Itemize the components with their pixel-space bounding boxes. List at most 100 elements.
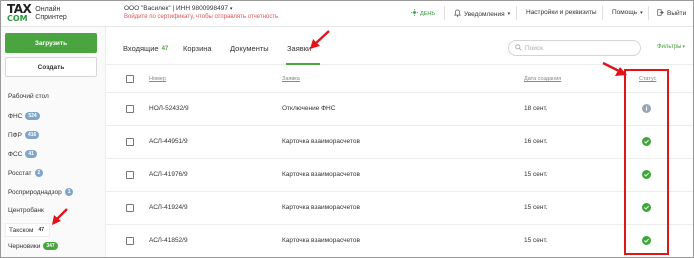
count-badge: 41	[25, 150, 37, 158]
cell-number: АСЛ-41976/9	[149, 171, 188, 178]
organization-name: ООО "Василек" | ИНН 9800998497	[124, 5, 228, 12]
table-row[interactable]: АСЛ-44951/9 Карточка взаиморасчетов 16 с…	[106, 126, 693, 159]
settings-link[interactable]: Настройки и реквизиты	[526, 9, 597, 16]
count-badge: 2	[34, 169, 44, 177]
help-menu[interactable]: Помощь ▾	[612, 9, 643, 16]
divider	[648, 6, 649, 20]
cell-date: 16 сент.	[524, 138, 548, 145]
count-badge: 416	[24, 131, 40, 139]
status-highlight-box	[624, 69, 669, 255]
sidebar-item-drafts[interactable]: Черновики 347	[8, 242, 58, 250]
sidebar-item-centrobank[interactable]: Центробанк	[8, 207, 44, 214]
cell-date: 15 сент.	[524, 171, 548, 178]
cell-date: 15 сент.	[524, 237, 548, 244]
chevron-down-icon: ▾	[229, 6, 233, 12]
day-indicator[interactable]: ДЕНЬ	[411, 9, 435, 18]
create-button[interactable]: Создать	[5, 57, 97, 77]
tab-count: 47	[161, 45, 169, 52]
filters-button[interactable]: Фильтры ▾	[657, 44, 685, 50]
cell-date: 18 сент.	[524, 105, 548, 112]
sidebar-item-taxcom[interactable]: Такском 47	[5, 223, 51, 237]
row-checkbox[interactable]	[126, 204, 134, 212]
sidebar-item-label: Росстат	[8, 169, 32, 177]
sidebar-item-label: Росприроднадзор	[8, 188, 62, 196]
sidebar-item-label: ФСС	[8, 150, 23, 158]
chevron-down-icon: ▾	[682, 44, 685, 50]
sidebar-item-label: Рабочий стол	[8, 93, 49, 100]
day-label: ДЕНЬ	[420, 10, 435, 17]
logo-bottom: COM	[7, 14, 28, 23]
tab-label: Корзина	[183, 44, 212, 53]
cell-request: Карточка взаиморасчетов	[282, 171, 360, 178]
exit-icon	[657, 9, 664, 18]
logo-text-line1: Онлайн	[35, 6, 61, 13]
tab-inbox[interactable]: Входящие 47	[123, 44, 168, 53]
cell-request: Карточка взаиморасчетов	[282, 237, 360, 244]
divider	[516, 6, 517, 20]
search-placeholder: Поиск	[525, 44, 544, 52]
row-checkbox[interactable]	[126, 237, 134, 245]
logo-mark: TAX COM	[7, 3, 32, 23]
cell-request: Отключение ФНС	[282, 105, 336, 112]
arrow-icon	[310, 30, 330, 49]
divider	[602, 6, 603, 20]
cell-number: АСЛ-41924/9	[149, 204, 188, 211]
table-row[interactable]: АСЛ-41924/9 Карточка взаиморасчетов 15 с…	[106, 192, 693, 225]
logo-text-line2: Спринтер	[35, 14, 67, 21]
upload-button[interactable]: Загрузить	[5, 33, 97, 53]
notifications-label: Уведомления	[464, 10, 505, 18]
notifications-menu[interactable]: Уведомления ▾	[454, 9, 510, 19]
sidebar-item-rosstat[interactable]: Росстат 2	[8, 169, 44, 177]
tab-documents[interactable]: Документы	[230, 44, 269, 53]
chevron-down-icon: ▾	[640, 9, 643, 16]
logo-text: Онлайн Спринтер	[35, 6, 66, 22]
top-bar: TAX COM Онлайн Спринтер ООО "Василек" | …	[1, 1, 693, 27]
search-icon	[515, 43, 522, 53]
cell-date: 15 сент.	[524, 204, 548, 211]
count-badge: 1	[64, 188, 74, 196]
column-header-request[interactable]: Заявка	[282, 76, 300, 82]
row-checkbox[interactable]	[126, 105, 134, 113]
tab-label: Входящие	[123, 44, 159, 53]
cell-request: Карточка взаиморасчетов	[282, 138, 360, 145]
sidebar-item-fns[interactable]: ФНС 524	[8, 112, 40, 120]
sidebar-item-label: Черновики	[8, 242, 41, 250]
cell-number: АСЛ-41852/9	[149, 237, 188, 244]
tab-label: Документы	[230, 44, 269, 53]
column-header-number[interactable]: Номер	[149, 76, 166, 82]
table-row[interactable]: АСЛ-41852/9 Карточка взаиморасчетов 15 с…	[106, 225, 693, 257]
sidebar-item-rosprirodnadzor[interactable]: Росприроднадзор 1	[8, 188, 74, 196]
table-row[interactable]: НОЛ-52432/9 Отключение ФНС 18 сент.	[106, 93, 693, 126]
settings-label: Настройки и реквизиты	[526, 9, 597, 16]
exit-button[interactable]: Выйти	[657, 9, 686, 18]
sidebar-item-label: ФНС	[8, 112, 23, 120]
search-input[interactable]: Поиск	[508, 40, 641, 56]
certificate-warning-link[interactable]: Войдите по сертификату, чтобы отправлять…	[124, 14, 278, 20]
app-window: TAX COM Онлайн Спринтер ООО "Василек" | …	[0, 0, 694, 258]
filters-label: Фильтры	[657, 44, 682, 50]
row-checkbox[interactable]	[126, 171, 134, 179]
bell-icon	[454, 9, 461, 19]
sidebar-item-label: ПФР	[8, 131, 22, 139]
sun-icon	[411, 9, 418, 18]
organization-selector[interactable]: ООО "Василек" | ИНН 9800998497 ▾	[124, 5, 232, 12]
logo[interactable]: TAX COM Онлайн Спринтер	[7, 3, 67, 23]
sidebar-item-label: Центробанк	[8, 207, 44, 214]
table-row[interactable]: АСЛ-41976/9 Карточка взаиморасчетов 15 с…	[106, 159, 693, 192]
arrow-icon	[52, 208, 68, 225]
arrow-icon	[602, 61, 627, 76]
tab-trash[interactable]: Корзина	[183, 44, 212, 53]
sidebar-item-fss[interactable]: ФСС 41	[8, 150, 37, 158]
sidebar-item-pfr[interactable]: ПФР 416	[8, 131, 40, 139]
count-badge: 347	[43, 242, 58, 250]
sidebar-item-desktop[interactable]: Рабочий стол	[8, 93, 49, 100]
count-badge: 524	[25, 112, 40, 120]
cell-number: НОЛ-52432/9	[149, 105, 189, 112]
divider	[444, 6, 445, 20]
row-checkbox[interactable]	[126, 138, 134, 146]
sidebar-item-label: Такском	[9, 226, 34, 234]
select-all-checkbox[interactable]	[126, 75, 134, 83]
count-badge: 47	[36, 226, 47, 234]
cell-number: АСЛ-44951/9	[149, 138, 188, 145]
column-header-date[interactable]: Дата создания	[524, 76, 561, 82]
